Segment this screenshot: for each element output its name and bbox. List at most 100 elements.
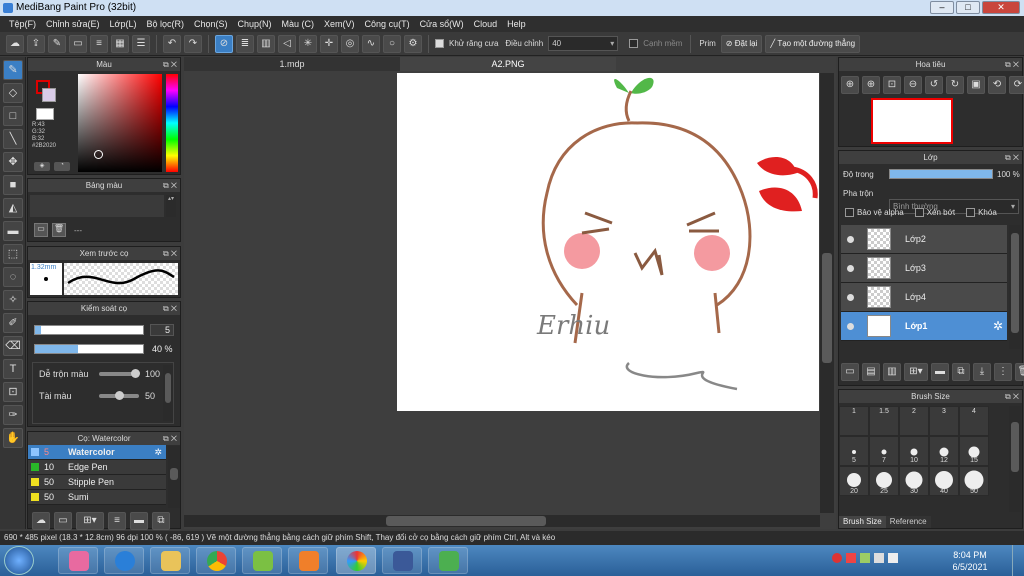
menu-select[interactable]: Chọn(S) — [189, 16, 233, 32]
brush-size-cell[interactable]: 50 — [959, 466, 989, 496]
palette-scrollbar[interactable]: ▴▾ — [166, 195, 176, 217]
taskbar-app[interactable] — [382, 547, 422, 574]
add-brush-icon[interactable]: ⊞▾ — [76, 512, 104, 530]
visibility-icon[interactable] — [847, 294, 854, 301]
grid-doc-icon[interactable]: ▦ — [111, 34, 129, 53]
reset-button[interactable]: ⊘ Đặt lại — [720, 34, 763, 53]
clipping-checkbox[interactable] — [914, 208, 924, 217]
brush-item[interactable]: 5 Watercolor ✲ — [28, 445, 166, 460]
gradient-tool-icon[interactable]: ▬ — [3, 221, 23, 241]
menu-filter[interactable]: Bộ lọc(R) — [141, 16, 189, 32]
blend-slider[interactable] — [99, 369, 140, 378]
new-icon[interactable]: ▭ — [69, 34, 87, 53]
taskbar-app[interactable] — [242, 547, 282, 574]
panel-tool-icon[interactable]: ⊡ — [3, 382, 23, 402]
antialias-checkbox[interactable] — [435, 39, 444, 48]
panel-controls-icon[interactable]: ⧉ ✕ — [163, 247, 177, 260]
bucket-tool-icon[interactable]: ◭ — [3, 198, 23, 218]
panel-controls-icon[interactable]: ⧉ ✕ — [163, 432, 177, 445]
eyedropper-icon[interactable]: ✑ — [3, 405, 23, 425]
menu-color[interactable]: Màu (C) — [277, 16, 320, 32]
layer-settings-icon[interactable]: ✲ — [993, 319, 1003, 333]
menu-layer[interactable]: Lớp(L) — [105, 16, 142, 32]
horizontal-scrollbar[interactable] — [184, 515, 820, 527]
eraser-tool-icon[interactable]: ◇ — [3, 83, 23, 103]
straight-line-button[interactable]: ╱ Tạo một đường thẳng — [765, 34, 861, 53]
brush-size-value[interactable]: 5 — [150, 324, 174, 336]
layer-row[interactable]: Lớp2 — [841, 225, 1007, 254]
parallel-snap-icon[interactable]: ≣ — [236, 34, 254, 53]
move-tool-icon[interactable]: ✥ — [3, 152, 23, 172]
soft-edge-checkbox[interactable] — [629, 39, 639, 48]
taskbar-app[interactable] — [428, 547, 468, 574]
brush-tool-icon[interactable]: ✎ — [3, 60, 23, 80]
brush-size-slider[interactable] — [34, 325, 144, 335]
settings-scroll-thumb[interactable] — [165, 373, 171, 403]
settings-scrollbar[interactable] — [163, 365, 173, 421]
adjust-select[interactable]: 40 — [548, 36, 619, 51]
brush-size-cell[interactable]: 7 — [869, 436, 899, 466]
add-palette-icon[interactable]: ▭ — [34, 223, 48, 237]
menu-snap[interactable]: Chụp(N) — [233, 16, 277, 32]
new-brush-icon[interactable]: ▭ — [54, 512, 72, 530]
share-icon[interactable]: ⇪ — [27, 34, 45, 53]
brush-size-cell[interactable]: 30 — [899, 466, 929, 496]
dot-tool-icon[interactable]: □ — [3, 106, 23, 126]
panel-controls-icon[interactable]: ⧉ ✕ — [1005, 390, 1019, 403]
navigator-thumbnail[interactable] — [871, 98, 953, 144]
opacity-slider[interactable] — [34, 344, 144, 354]
tab-file-1[interactable]: 1.mdp — [184, 57, 400, 71]
menu-edit[interactable]: Chỉnh sửa(E) — [41, 16, 105, 32]
hand-tool-icon[interactable]: ✋ — [3, 428, 23, 448]
tab-file-2[interactable]: A2.PNG — [400, 57, 616, 71]
panel-controls-icon[interactable]: ⧉ ✕ — [163, 302, 177, 315]
ellipse-snap-icon[interactable]: ○ — [383, 34, 401, 53]
palette-swatch-area[interactable] — [30, 195, 164, 217]
layer-menu-icon[interactable]: ⋮ — [994, 363, 1012, 381]
delete-layer-icon[interactable]: 🗑 — [1015, 363, 1024, 381]
panel-controls-icon[interactable]: ⧉ ✕ — [163, 179, 177, 192]
brush-size-scroll-thumb[interactable] — [1011, 422, 1019, 472]
horizontal-scroll-thumb[interactable] — [386, 516, 546, 526]
rect-fill-icon[interactable]: ■ — [3, 175, 23, 195]
zoom-out-icon[interactable]: ⊖ — [904, 76, 922, 94]
visibility-icon[interactable] — [847, 265, 854, 272]
clock[interactable]: 8:04 PM 6/5/2021 — [940, 549, 1000, 573]
settings-icon[interactable]: ⚙ — [404, 34, 422, 53]
new-layer-icon[interactable]: ▭ — [841, 363, 859, 381]
taskbar-app-active[interactable] — [336, 547, 376, 574]
layer-row[interactable]: Lớp1 ✲ — [841, 312, 1007, 341]
brush-size-cell[interactable]: 1 — [839, 406, 869, 436]
merge-layer-icon[interactable]: ⤓ — [973, 363, 991, 381]
brush-size-scrollbar[interactable] — [1009, 406, 1021, 512]
brush-size-cell[interactable]: 5 — [839, 436, 869, 466]
taskbar-app[interactable] — [104, 547, 144, 574]
duplicate-layer-icon[interactable]: ⧉ — [952, 363, 970, 381]
visibility-icon[interactable] — [847, 323, 854, 330]
saturation-value-picker[interactable] — [78, 74, 162, 172]
perspective-snap-icon[interactable]: ◁ — [278, 34, 296, 53]
zoom-in-icon[interactable]: ⊕ — [862, 76, 880, 94]
taskbar-app[interactable] — [150, 547, 190, 574]
list-icon[interactable]: ☰ — [132, 34, 150, 53]
zoom-fit-icon[interactable]: ⊕ — [841, 76, 859, 94]
redo-icon[interactable]: ↷ — [184, 34, 202, 53]
opera-tray-icon[interactable] — [832, 553, 842, 563]
volume-icon[interactable] — [888, 553, 898, 563]
brush-size-cell[interactable]: 20 — [839, 466, 869, 496]
brush-size-cell[interactable]: 12 — [929, 436, 959, 466]
background-color-swatch[interactable] — [42, 88, 56, 102]
brush-size-cell[interactable]: 40 — [929, 466, 959, 496]
start-button[interactable] — [4, 546, 34, 575]
maximize-button[interactable]: □ — [956, 1, 980, 14]
amount-slider[interactable] — [99, 391, 139, 400]
delete-palette-icon[interactable]: 🗑 — [52, 223, 66, 237]
brush-size-cell[interactable]: 1.5 — [869, 406, 899, 436]
lock-checkbox[interactable] — [966, 208, 976, 217]
close-button[interactable]: ✕ — [982, 1, 1020, 14]
action-center-icon[interactable] — [874, 553, 884, 563]
panel-controls-icon[interactable]: ⧉ ✕ — [163, 58, 177, 71]
curve-snap-icon[interactable]: ∿ — [362, 34, 380, 53]
transparent-swatch[interactable] — [36, 108, 54, 120]
brush-size-cell[interactable]: 3 — [929, 406, 959, 436]
